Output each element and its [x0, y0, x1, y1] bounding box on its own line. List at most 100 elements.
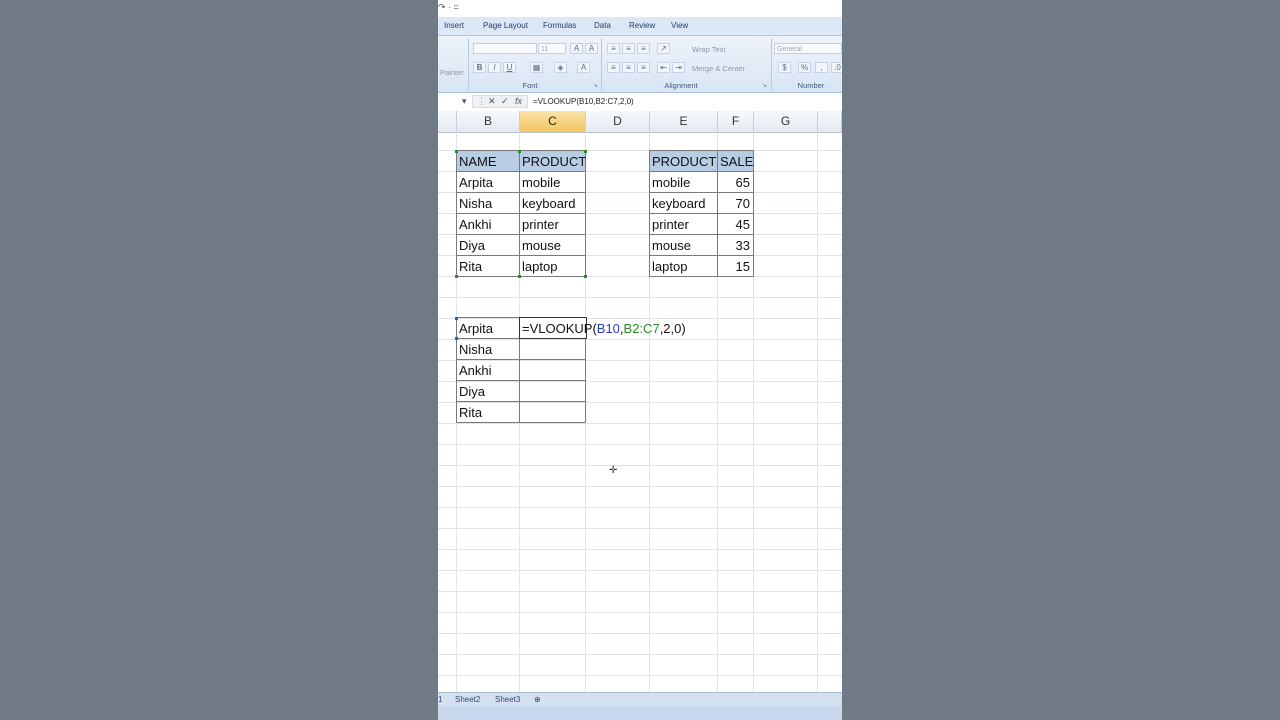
increase-indent-icon[interactable]: ⇥: [672, 62, 685, 73]
table2-cell-product[interactable]: laptop: [649, 255, 718, 277]
table1-cell-name[interactable]: Rita: [456, 255, 520, 277]
table1-cell-product[interactable]: laptop: [519, 255, 586, 277]
lookup-result-cell[interactable]: [519, 359, 586, 381]
bold-button[interactable]: B: [473, 62, 486, 73]
table2-cell-sale[interactable]: 70: [717, 192, 754, 214]
align-center-icon[interactable]: ≡: [622, 62, 635, 73]
table2-cell-sale[interactable]: 15: [717, 255, 754, 277]
tab-data[interactable]: Data: [594, 21, 611, 30]
table1-cell-product[interactable]: mobile: [519, 171, 586, 193]
quick-access-toolbar[interactable]: ↷ · =: [438, 2, 459, 13]
gridline: [438, 297, 842, 298]
range-handle: [518, 275, 521, 278]
enter-icon[interactable]: ✓: [501, 96, 509, 107]
column-headers: B C D E F G: [438, 111, 842, 133]
align-left-icon[interactable]: ≡: [607, 62, 620, 73]
borders-icon[interactable]: ▦: [530, 62, 543, 73]
grip-icon: ⋮: [477, 96, 486, 106]
percent-button[interactable]: %: [798, 62, 811, 73]
table2-header-sale[interactable]: SALE: [717, 150, 754, 172]
lookup-name-cell[interactable]: Rita: [456, 401, 520, 423]
reference-handle: [455, 317, 458, 320]
insert-sheet-icon[interactable]: ⊕: [534, 695, 541, 704]
orientation-icon[interactable]: ↗: [657, 43, 670, 54]
column-header-b[interactable]: B: [457, 111, 520, 132]
column-header-a[interactable]: [438, 111, 457, 132]
insert-function-icon[interactable]: fx: [515, 96, 522, 106]
align-top-icon[interactable]: ≡: [607, 43, 620, 54]
italic-button[interactable]: I: [488, 62, 501, 73]
table2-cell-sale[interactable]: 45: [717, 213, 754, 235]
font-size-combo[interactable]: 11: [538, 43, 566, 54]
table2-cell-product[interactable]: mobile: [649, 171, 718, 193]
lookup-name-cell[interactable]: Arpita: [456, 317, 520, 339]
gridline: [438, 486, 842, 487]
table1-header-name[interactable]: NAME: [456, 150, 520, 172]
font-name-combo[interactable]: [473, 43, 537, 54]
gridline: [438, 654, 842, 655]
table1-cell-name[interactable]: Diya: [456, 234, 520, 256]
lookup-name-cell[interactable]: Ankhi: [456, 359, 520, 381]
status-bar: [438, 706, 842, 720]
column-header-d[interactable]: D: [586, 111, 650, 132]
merge-center-button[interactable]: Merge & Center: [692, 64, 745, 73]
table2-cell-product[interactable]: keyboard: [649, 192, 718, 214]
table2-cell-product[interactable]: printer: [649, 213, 718, 235]
column-header-e[interactable]: E: [650, 111, 718, 132]
lookup-name-cell[interactable]: Nisha: [456, 338, 520, 360]
sheet-tab-sheet1[interactable]: 1: [438, 695, 442, 704]
table2-header-product[interactable]: PRODUCT: [649, 150, 718, 172]
gridline: [438, 675, 842, 676]
gridline: [438, 465, 842, 466]
align-bottom-icon[interactable]: ≡: [637, 43, 650, 54]
column-header-h[interactable]: [818, 111, 842, 132]
table2-cell-sale[interactable]: 65: [717, 171, 754, 193]
currency-icon[interactable]: $: [778, 62, 791, 73]
table1-cell-product[interactable]: printer: [519, 213, 586, 235]
increase-decimal-icon[interactable]: .0: [831, 62, 842, 73]
fill-color-icon[interactable]: ◈: [554, 62, 567, 73]
lookup-result-cell[interactable]: [519, 380, 586, 402]
font-color-icon[interactable]: A: [577, 62, 590, 73]
range-handle: [455, 275, 458, 278]
tab-view[interactable]: View: [671, 21, 688, 30]
table1-header-product[interactable]: PRODUCT: [519, 150, 586, 172]
tab-insert[interactable]: Insert: [444, 21, 464, 30]
alignment-dialog-launcher-icon[interactable]: ↘: [762, 82, 767, 89]
formula-input[interactable]: =VLOOKUP(B10,B2:C7,2,0): [533, 97, 634, 106]
table1-cell-name[interactable]: Nisha: [456, 192, 520, 214]
table1-cell-name[interactable]: Arpita: [456, 171, 520, 193]
shrink-font-button[interactable]: A: [585, 43, 598, 54]
font-group-label: Font: [522, 81, 538, 90]
in-cell-formula[interactable]: =VLOOKUP(B10,B2:C7,2,0): [520, 318, 686, 339]
font-dialog-launcher-icon[interactable]: ↘: [593, 82, 598, 89]
wrap-text-button[interactable]: Wrap Text: [692, 45, 726, 54]
comma-style-icon[interactable]: ,: [815, 62, 828, 73]
format-painter-label[interactable]: Painter: [440, 68, 464, 77]
sheet-tab-sheet2[interactable]: Sheet2: [455, 695, 480, 704]
decrease-indent-icon[interactable]: ⇤: [657, 62, 670, 73]
table1-cell-product[interactable]: mouse: [519, 234, 586, 256]
column-header-g[interactable]: G: [754, 111, 818, 132]
table2-cell-sale[interactable]: 33: [717, 234, 754, 256]
lookup-name-cell[interactable]: Diya: [456, 380, 520, 402]
table1-cell-name[interactable]: Ankhi: [456, 213, 520, 235]
grow-font-button[interactable]: A: [570, 43, 583, 54]
align-right-icon[interactable]: ≡: [637, 62, 650, 73]
tab-review[interactable]: Review: [629, 21, 655, 30]
worksheet-grid[interactable]: NAME PRODUCT Arpita mobile Nisha keyboar…: [438, 132, 842, 692]
lookup-result-cell[interactable]: [519, 338, 586, 360]
number-format-combo[interactable]: General: [774, 43, 842, 54]
lookup-result-cell[interactable]: [519, 401, 586, 423]
name-box-dropdown-icon[interactable]: ▾: [462, 96, 467, 107]
tab-formulas[interactable]: Formulas: [543, 21, 576, 30]
underline-button[interactable]: U: [503, 62, 516, 73]
cancel-icon[interactable]: ✕: [488, 96, 496, 107]
table1-cell-product[interactable]: keyboard: [519, 192, 586, 214]
align-middle-icon[interactable]: ≡: [622, 43, 635, 54]
table2-cell-product[interactable]: mouse: [649, 234, 718, 256]
sheet-tab-sheet3[interactable]: Sheet3: [495, 695, 520, 704]
tab-page-layout[interactable]: Page Layout: [483, 21, 528, 30]
column-header-c[interactable]: C: [520, 111, 586, 132]
column-header-f[interactable]: F: [718, 111, 754, 132]
